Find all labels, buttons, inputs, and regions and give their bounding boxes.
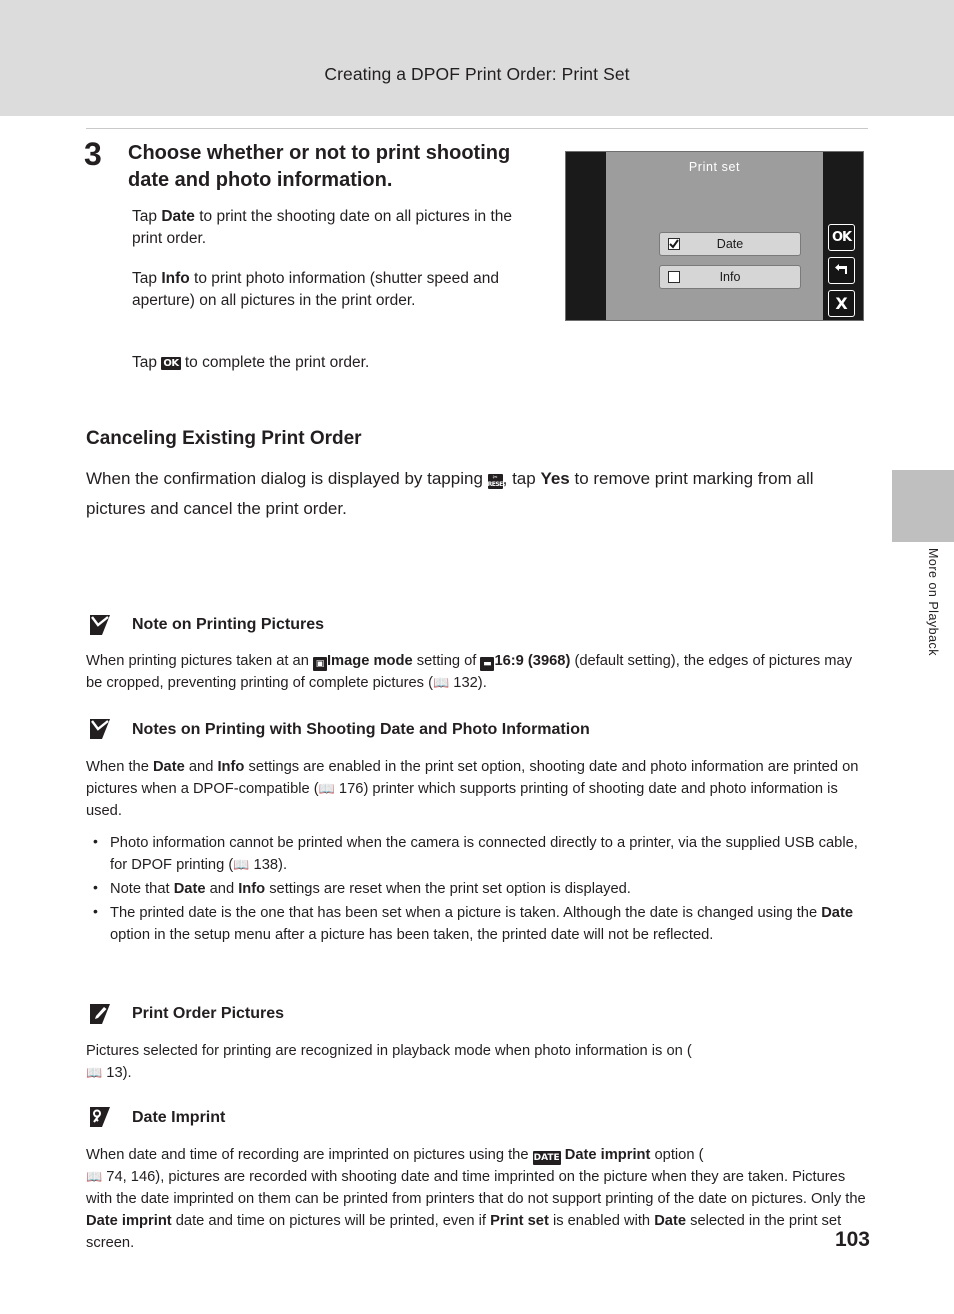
document-page: Creating a DPOF Print Order: Print Set 3… — [0, 0, 954, 1314]
note-4-title: Date Imprint — [132, 1109, 226, 1126]
step-p2-bold: Info — [161, 270, 190, 287]
header-divider — [86, 128, 868, 129]
page-header-title: Creating a DPOF Print Order: Print Set — [324, 64, 630, 84]
note-4-bold-2: Date imprint — [86, 1213, 172, 1230]
note-1-body: When printing pictures taken at an ▣ Imag… — [86, 650, 870, 694]
note-2-body: When the Date and Info settings are enab… — [86, 756, 870, 822]
canceling-pre: When the confirmation dialog is displaye… — [86, 469, 488, 488]
step-p2-pre: Tap — [132, 270, 162, 287]
note-2-bold-1: Date — [152, 759, 185, 775]
step-p1-bold: Date — [161, 208, 195, 225]
note-3-text-1: Pictures selected for printing are recog… — [86, 1043, 692, 1059]
step-heading: Choose whether or not to print shooting … — [128, 142, 511, 191]
screen-title: Print set — [688, 160, 741, 174]
screen-option-date[interactable]: Date — [659, 232, 801, 256]
image-mode-icon: ▣ — [312, 657, 327, 671]
note-2-text-2: and — [184, 759, 218, 775]
note-4-bold-1: Date imprint — [564, 1147, 651, 1163]
screen-ok-button[interactable]: OK — [828, 224, 855, 251]
note-4-text-5: is enabled with — [548, 1213, 655, 1230]
screen-option-info[interactable]: Info — [659, 265, 801, 289]
note-4-text-4: date and time on pictures will be printe… — [171, 1213, 491, 1230]
note-1-ref: 132 — [453, 675, 478, 692]
page-header-band — [0, 0, 954, 116]
page-number: 103 — [834, 1228, 870, 1251]
note-1-bold-2: 16:9 (3968) — [494, 653, 571, 669]
note-1-text-2: setting of — [412, 653, 481, 669]
note-2-bold-2: Info — [217, 759, 245, 775]
bullet-3-bold-1: Date — [821, 905, 854, 922]
bullet-2-bold-1: Date — [173, 881, 206, 898]
canceling-mid: , tap — [502, 469, 541, 488]
note-1-bold-1: Image mode — [326, 653, 413, 669]
chapter-tab-label: More on Playback — [926, 548, 940, 657]
date-option-label: Date — [716, 237, 744, 251]
ok-icon: OK — [161, 357, 181, 370]
canceling-section-title: Canceling Existing Print Order — [86, 428, 362, 449]
step-p3-pre: Tap — [132, 354, 162, 371]
bullet-2-text-3: settings are reset when the print set op… — [265, 881, 631, 898]
list-item: Photo information cannot be printed when… — [88, 831, 870, 876]
note-2-bullet-list: Photo information cannot be printed when… — [88, 831, 870, 948]
note-3-text-2: ). — [122, 1065, 132, 1082]
note-4-text-2: option ( — [650, 1147, 704, 1163]
note-4-ref: 74, 146 — [106, 1169, 156, 1186]
bullet-1-text-1: Photo information cannot be printed when… — [110, 835, 858, 874]
step-p1-pre: Tap — [132, 208, 162, 225]
camera-screen-illustration: Print set Date Info OK X — [565, 151, 864, 321]
info-option-label: Info — [719, 270, 741, 284]
note-1-text-1: When printing pictures taken at an — [86, 653, 313, 669]
ratio-icon: ▬ — [480, 657, 495, 671]
list-item: The printed date is the one that has bee… — [88, 901, 870, 946]
note-4-text-1: When date and time of recording are impr… — [86, 1147, 533, 1163]
reference-book-icon: 📖 — [233, 858, 250, 874]
screen-left-bar — [566, 152, 606, 320]
bullet-3-text-1: The printed date is the one that has bee… — [110, 905, 822, 922]
note-4-bold-4: Date — [654, 1213, 687, 1230]
step-number: 3 — [84, 136, 102, 172]
screen-cancel-button[interactable]: X — [828, 290, 855, 317]
date-imprint-icon: DATE — [532, 1151, 561, 1165]
reference-book-icon: 📖 — [86, 1066, 103, 1082]
step-paragraph-2: Tap Info to print photo information (shu… — [132, 268, 532, 311]
key-icon — [88, 1106, 114, 1128]
note-3-title: Print Order Pictures — [132, 1005, 285, 1022]
reset-icon: ✂ RESET — [487, 474, 507, 489]
bullet-2-text-2: and — [205, 881, 239, 898]
list-item: Note that Date and Info settings are res… — [88, 877, 870, 900]
note-2-title: Notes on Printing with Shooting Date and… — [132, 721, 590, 738]
chapter-tab-marker — [892, 470, 954, 542]
caution-icon — [88, 614, 114, 636]
note-3-body: Pictures selected for printing are recog… — [86, 1040, 870, 1084]
step-paragraph-3: Tap OK to complete the print order. — [132, 352, 532, 374]
note-1-text-4: ). — [477, 675, 487, 692]
note-2-ref: 176 — [338, 781, 364, 798]
reference-book-icon: 📖 — [433, 676, 450, 692]
bullet-1-ref: 138 — [253, 857, 279, 874]
reference-book-icon: 📖 — [86, 1170, 103, 1186]
note-4-body: When date and time of recording are impr… — [86, 1144, 870, 1254]
note-2-text-1: When the — [86, 759, 153, 775]
note-1-title: Note on Printing Pictures — [132, 616, 325, 633]
screen-back-button[interactable] — [828, 257, 855, 284]
bullet-1-text-2: ). — [278, 857, 288, 874]
reference-book-icon: 📖 — [318, 782, 335, 798]
pencil-icon — [88, 1003, 114, 1025]
note-4-text-3: ), pictures are recorded with shooting d… — [86, 1169, 866, 1208]
step-p3-post: to complete the print order. — [180, 354, 370, 371]
note-4-bold-3: Print set — [490, 1213, 549, 1230]
canceling-bold: Yes — [540, 469, 570, 488]
step-paragraph-1: Tap Date to print the shooting date on a… — [132, 206, 532, 249]
bullet-2-text-1: Note that — [110, 881, 174, 898]
canceling-section-body: When the confirmation dialog is displaye… — [86, 464, 868, 524]
note-3-ref: 13 — [106, 1065, 123, 1082]
caution-icon — [88, 718, 114, 740]
bullet-2-bold-2: Info — [238, 881, 266, 898]
bullet-3-text-2: option in the setup menu after a picture… — [110, 927, 714, 944]
